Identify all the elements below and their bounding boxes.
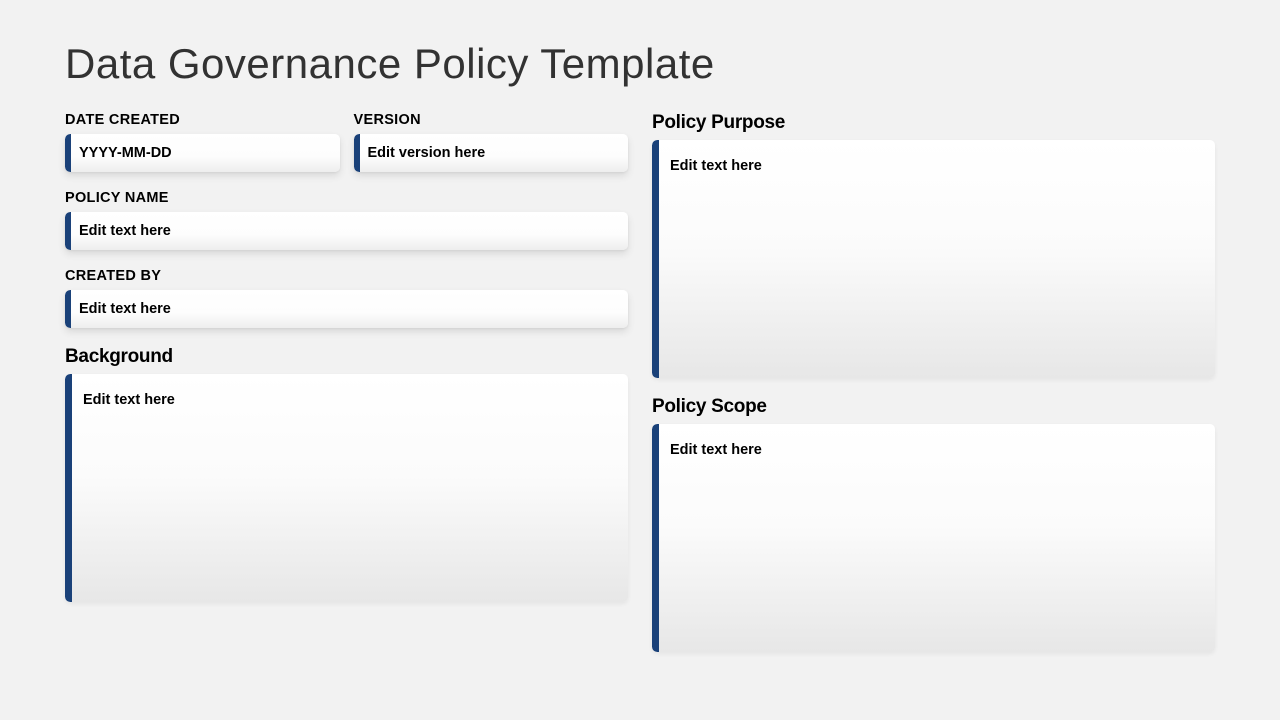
label-policy-name: POLICY NAME	[65, 190, 628, 206]
heading-background: Background	[65, 346, 628, 368]
label-date-created: DATE CREATED	[65, 112, 340, 128]
left-column: DATE CREATED YYYY-MM-DD VERSION Edit ver…	[65, 112, 628, 652]
section-policy-scope: Policy Scope Edit text here	[652, 396, 1215, 652]
section-background: Background Edit text here	[65, 346, 628, 602]
page-title: Data Governance Policy Template	[65, 40, 1215, 88]
field-policy-name: POLICY NAME Edit text here	[65, 190, 628, 250]
input-policy-name[interactable]: Edit text here	[65, 212, 628, 250]
section-policy-purpose: Policy Purpose Edit text here	[652, 112, 1215, 378]
label-created-by: CREATED BY	[65, 268, 628, 284]
heading-policy-purpose: Policy Purpose	[652, 112, 1215, 134]
textarea-policy-scope[interactable]: Edit text here	[652, 424, 1215, 652]
textarea-policy-purpose[interactable]: Edit text here	[652, 140, 1215, 378]
label-version: VERSION	[354, 112, 629, 128]
input-created-by[interactable]: Edit text here	[65, 290, 628, 328]
field-version: VERSION Edit version here	[354, 112, 629, 172]
input-version[interactable]: Edit version here	[354, 134, 629, 172]
heading-policy-scope: Policy Scope	[652, 396, 1215, 418]
right-column: Policy Purpose Edit text here Policy Sco…	[652, 112, 1215, 652]
textarea-background[interactable]: Edit text here	[65, 374, 628, 602]
field-date-created: DATE CREATED YYYY-MM-DD	[65, 112, 340, 172]
field-created-by: CREATED BY Edit text here	[65, 268, 628, 328]
input-date-created[interactable]: YYYY-MM-DD	[65, 134, 340, 172]
content-columns: DATE CREATED YYYY-MM-DD VERSION Edit ver…	[65, 112, 1215, 652]
row-date-version: DATE CREATED YYYY-MM-DD VERSION Edit ver…	[65, 112, 628, 190]
